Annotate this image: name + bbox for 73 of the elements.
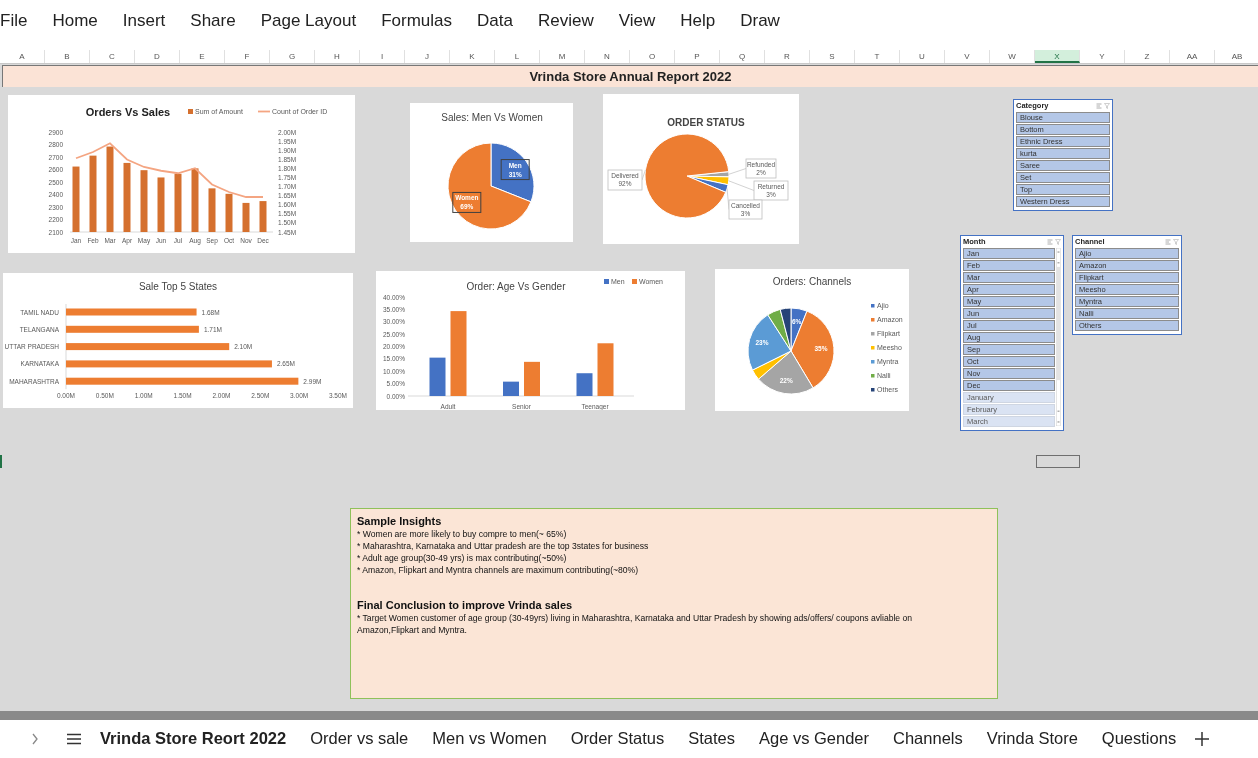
sheet-tab[interactable]: Order vs sale	[298, 726, 421, 751]
report-title: Vrinda Store Annual Report 2022	[2, 65, 1258, 87]
sheet-tab[interactable]: Questions	[1089, 726, 1189, 751]
add-sheet-icon[interactable]	[1194, 730, 1211, 747]
column-header[interactable]: M	[540, 50, 585, 63]
menu-item[interactable]: Insert	[122, 8, 166, 34]
conclusion-heading: Final Conclusion to improve Vrinda sales	[357, 598, 574, 612]
sheet-tab[interactable]: Men vs Women	[420, 726, 559, 751]
chart-title: Orders Vs Sales	[85, 106, 171, 118]
leader-line	[728, 168, 747, 175]
sheet-tab[interactable]: Order Status	[558, 726, 677, 751]
column-header[interactable]: L	[495, 50, 540, 63]
column-header[interactable]: R	[765, 50, 810, 63]
menu-item[interactable]: Draw	[740, 8, 780, 34]
column-header[interactable]: Q	[720, 50, 765, 63]
column-header[interactable]: D	[135, 50, 180, 63]
sheet-tab[interactable]: States	[676, 726, 747, 751]
chart-title: Order: Age Vs Gender	[466, 281, 566, 292]
insight-text: * Women are more likely to buy compre to men(~ 65%)	[357, 528, 568, 540]
menu-item[interactable]: Home	[52, 8, 98, 34]
column-header[interactable]: V	[945, 50, 990, 63]
menu-item[interactable]: File	[0, 8, 28, 34]
menu-item[interactable]: Help	[680, 8, 716, 34]
insight-text: * Amazon, Flipkart and Myntra channels are maximum contributing(~80%)	[357, 564, 640, 576]
horizontal-scrollbar[interactable]	[0, 711, 1258, 720]
clear-filter-icon[interactable]	[1055, 239, 1061, 245]
column-header[interactable]: T	[855, 50, 900, 63]
menu-item[interactable]: Review	[537, 8, 594, 34]
column-header[interactable]: AA	[1170, 50, 1215, 63]
chart-title: Orders: Channels	[772, 276, 852, 287]
column-header[interactable]: S	[810, 50, 855, 63]
column-header[interactable]: G	[270, 50, 315, 63]
sheet-tab[interactable]: Age vs Gender	[746, 726, 881, 751]
clear-filter-icon[interactable]	[1104, 103, 1110, 109]
sheet-tab[interactable]: Vrinda Store	[974, 726, 1090, 751]
insight-text: * Adult age group(30-49 yrs) is max contributing(~50%)	[357, 552, 568, 564]
conclusion-text: * Target Women customer of age group (30-49yrs) living in Maharashtra, Karnataka and Uttar Pradesh by showing ads/offers/ coupons avliable on Amazon,Flipkart and Myntra.	[357, 612, 914, 636]
chart-title: Sale Top 5 States	[138, 281, 218, 292]
column-header[interactable]: B	[45, 50, 90, 63]
multi-select-icon[interactable]	[1047, 239, 1053, 245]
column-header[interactable]: X	[1035, 50, 1080, 63]
column-header[interactable]: U	[900, 50, 945, 63]
column-header[interactable]: AB	[1215, 50, 1258, 63]
menu-item[interactable]: Page Layout	[260, 8, 357, 34]
menu-item[interactable]: View	[618, 8, 656, 34]
column-header[interactable]: J	[405, 50, 450, 63]
insights-heading: Sample Insights	[357, 514, 443, 528]
menu-item[interactable]: Formulas	[381, 8, 452, 34]
column-header[interactable]: P	[675, 50, 720, 63]
multi-select-icon[interactable]	[1165, 239, 1171, 245]
multi-select-icon[interactable]	[1096, 103, 1102, 109]
column-header[interactable]: I	[360, 50, 405, 63]
column-header[interactable]: H	[315, 50, 360, 63]
row-marker	[0, 455, 2, 468]
menu-item[interactable]: Share	[190, 8, 236, 34]
column-header[interactable]: E	[180, 50, 225, 63]
clear-filter-icon[interactable]	[1173, 239, 1179, 245]
column-header[interactable]: F	[225, 50, 270, 63]
chart-title: Sales: Men Vs Women	[441, 112, 543, 123]
cell-cursor	[1036, 455, 1080, 468]
sheet-tab[interactable]: Vrinda Store Reort 2022	[88, 726, 299, 751]
leader-line	[641, 169, 646, 181]
menu-item[interactable]: Data	[477, 8, 513, 34]
column-header[interactable]: Z	[1125, 50, 1170, 63]
column-header[interactable]: K	[450, 50, 495, 63]
sheet-tab[interactable]: Channels	[881, 726, 975, 751]
insight-text: * Maharashtra, Karnataka and Uttar pradesh are the top 3states for business	[357, 540, 650, 552]
chart-title: ORDER STATUS	[667, 117, 745, 128]
column-header[interactable]: Y	[1080, 50, 1125, 63]
column-header[interactable]: C	[90, 50, 135, 63]
column-header[interactable]: N	[585, 50, 630, 63]
column-header[interactable]: O	[630, 50, 675, 63]
column-header[interactable]: A	[0, 50, 45, 63]
